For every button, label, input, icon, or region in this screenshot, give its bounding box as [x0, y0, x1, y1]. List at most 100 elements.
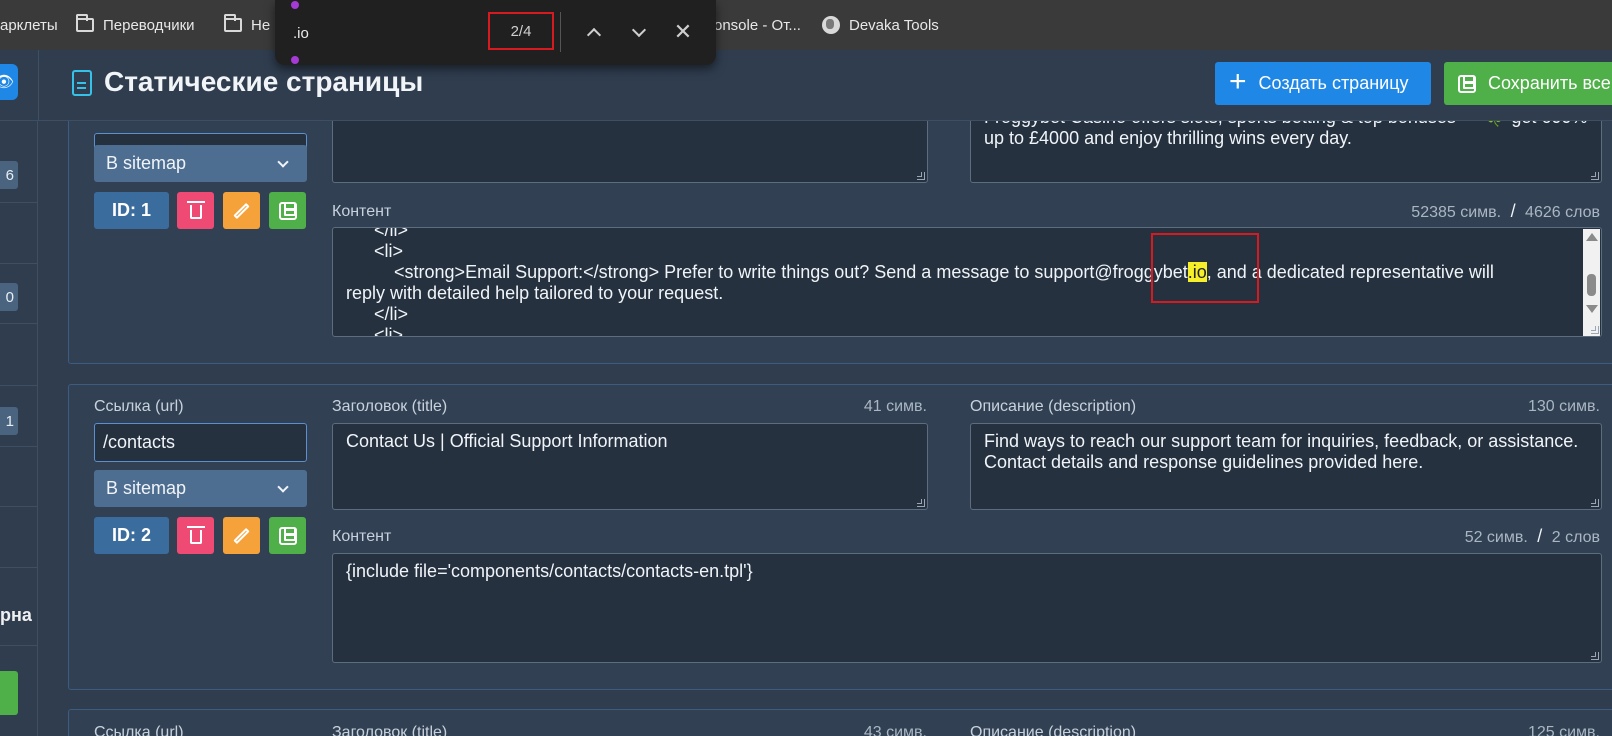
resize-grip-icon: [1591, 499, 1599, 507]
description-count: 125 симв.: [1527, 724, 1600, 736]
chevron-down-icon: [277, 155, 289, 168]
scroll-down-arrow-icon[interactable]: [1586, 305, 1598, 313]
chevron-down-icon: [277, 480, 289, 493]
delete-button[interactable]: [177, 192, 214, 229]
divider: [0, 263, 38, 264]
scroll-thumb[interactable]: [1587, 274, 1596, 296]
bookmark-label: onsole - От...: [714, 16, 801, 34]
folder-icon: [76, 14, 94, 32]
delete-button[interactable]: [177, 517, 214, 554]
title-count: 43 симв.: [863, 724, 927, 736]
save-button[interactable]: [269, 192, 306, 229]
divider: [0, 506, 38, 507]
bookmark-console[interactable]: onsole - От...: [714, 0, 801, 50]
content-textarea[interactable]: {include file='components/contacts/conta…: [332, 553, 1602, 663]
sitemap-select[interactable]: В sitemap: [94, 470, 307, 507]
pencil-icon: [233, 527, 250, 544]
edit-button[interactable]: [223, 517, 260, 554]
save-all-button[interactable]: Сохранить все: [1444, 62, 1612, 105]
id-button[interactable]: ID: 1: [94, 192, 169, 229]
code-line: <strong>Email Support:</strong> Prefer t…: [334, 262, 1588, 283]
divider: [0, 323, 38, 324]
find-match-count: 2/4: [488, 12, 554, 50]
title-label: Заголовок (title): [332, 398, 448, 415]
sidebar-badge[interactable]: 6: [0, 161, 18, 189]
bookmark-folder-translators[interactable]: Переводчики: [76, 0, 195, 50]
find-previous-button[interactable]: [580, 18, 608, 46]
resize-grip-icon: [1591, 652, 1599, 660]
sidebar-badge[interactable]: 0: [0, 283, 18, 311]
selection-handle-icon: [291, 56, 299, 64]
divider: [0, 567, 38, 568]
chevron-up-icon: [586, 27, 602, 42]
floppy-icon: [278, 526, 297, 545]
pencil-icon: [233, 202, 250, 219]
title-textarea[interactable]: Contact Us | Official Support Informatio…: [332, 423, 928, 510]
globe-icon: [822, 16, 840, 34]
content-count: 52 симв. / 2 слов: [1465, 526, 1600, 547]
content-chars: 52385 симв.: [1411, 204, 1502, 221]
bookmark-label: Не: [251, 16, 271, 34]
scroll-up-arrow-icon[interactable]: [1586, 233, 1598, 241]
title-textarea[interactable]: [332, 111, 928, 183]
divider: [0, 202, 38, 203]
save-all-label: Сохранить все: [1488, 73, 1611, 93]
title-label: Заголовок (title): [332, 724, 448, 736]
code-line: </li>: [334, 227, 409, 240]
code-line: <li>: [334, 241, 404, 261]
sitemap-select-label: В sitemap: [106, 478, 187, 498]
edit-button[interactable]: [223, 192, 260, 229]
floppy-icon: [1458, 74, 1476, 93]
page-card-2: Ссылка (url) /contacts В sitemap ID: 2 З…: [68, 384, 1612, 690]
url-label: Ссылка (url): [94, 398, 184, 415]
sidebar-badge[interactable]: 1: [0, 407, 18, 435]
bookmark-folder-ne[interactable]: Не: [224, 0, 270, 50]
divider: [0, 645, 38, 646]
bookmark-label: арклеты: [0, 16, 58, 34]
trash-icon: [186, 526, 205, 544]
sidebar: 6 0 1 рна: [0, 121, 38, 736]
create-page-button[interactable]: + Создать страницу: [1215, 62, 1431, 105]
resize-grip-icon: [917, 499, 925, 507]
app-header: 👁 Статические страницы + Создать страниц…: [0, 50, 1612, 121]
page-title: Статические страницы: [104, 66, 424, 97]
content-count-separator: /: [1510, 201, 1516, 221]
sitemap-select[interactable]: В sitemap: [94, 145, 307, 182]
content-count: 52385 симв. / 4626 слов: [1411, 201, 1600, 222]
find-close-button[interactable]: ✕: [669, 18, 697, 46]
description-textarea[interactable]: Find ways to reach our support team for …: [970, 423, 1602, 510]
description-label: Описание (description): [970, 398, 1137, 415]
divider: [560, 12, 561, 52]
content-label: Контент: [332, 203, 392, 220]
code-line: <li>: [334, 325, 404, 337]
plus-icon: +: [1229, 65, 1247, 98]
bookmark-devaka-tools[interactable]: Devaka Tools: [822, 0, 939, 50]
content-textarea[interactable]: </li> <li> <strong>Email Support:</stron…: [332, 227, 1602, 337]
find-next-button[interactable]: [625, 18, 653, 46]
resize-grip-icon: [1591, 326, 1599, 334]
url-field[interactable]: /contacts: [94, 423, 307, 462]
divider: [0, 385, 38, 386]
page-card-3: Ссылка (url) Заголовок (title) 43 симв. …: [68, 709, 1612, 736]
content-text: {include file='components/contacts/conta…: [346, 561, 753, 581]
divider: [38, 50, 39, 121]
bookmark-bookmarklets[interactable]: арклеты: [0, 0, 58, 50]
save-button[interactable]: [269, 517, 306, 554]
code-line: reply with detailed help tailored to you…: [346, 283, 724, 303]
eye-icon[interactable]: 👁: [0, 64, 18, 100]
bookmarks-bar: арклеты Переводчики Не onsole - От... De…: [0, 0, 1612, 50]
code-line: </li>: [334, 304, 409, 324]
title-count: 41 симв.: [863, 398, 927, 415]
folder-icon: [224, 14, 242, 32]
id-button[interactable]: ID: 2: [94, 517, 169, 554]
close-icon: ✕: [673, 19, 693, 44]
sidebar-green-button[interactable]: [0, 671, 18, 715]
description-text: Find ways to reach our support team for …: [984, 431, 1579, 472]
content-words: 2 слов: [1551, 529, 1600, 546]
description-textarea[interactable]: Froggybet Casino offers slots, sports be…: [970, 111, 1602, 183]
find-input[interactable]: [293, 20, 473, 46]
create-page-label: Создать страницу: [1258, 73, 1409, 93]
resize-grip-icon: [917, 172, 925, 180]
content-chars: 52 симв.: [1464, 529, 1528, 546]
scrollbar[interactable]: [1583, 229, 1600, 336]
